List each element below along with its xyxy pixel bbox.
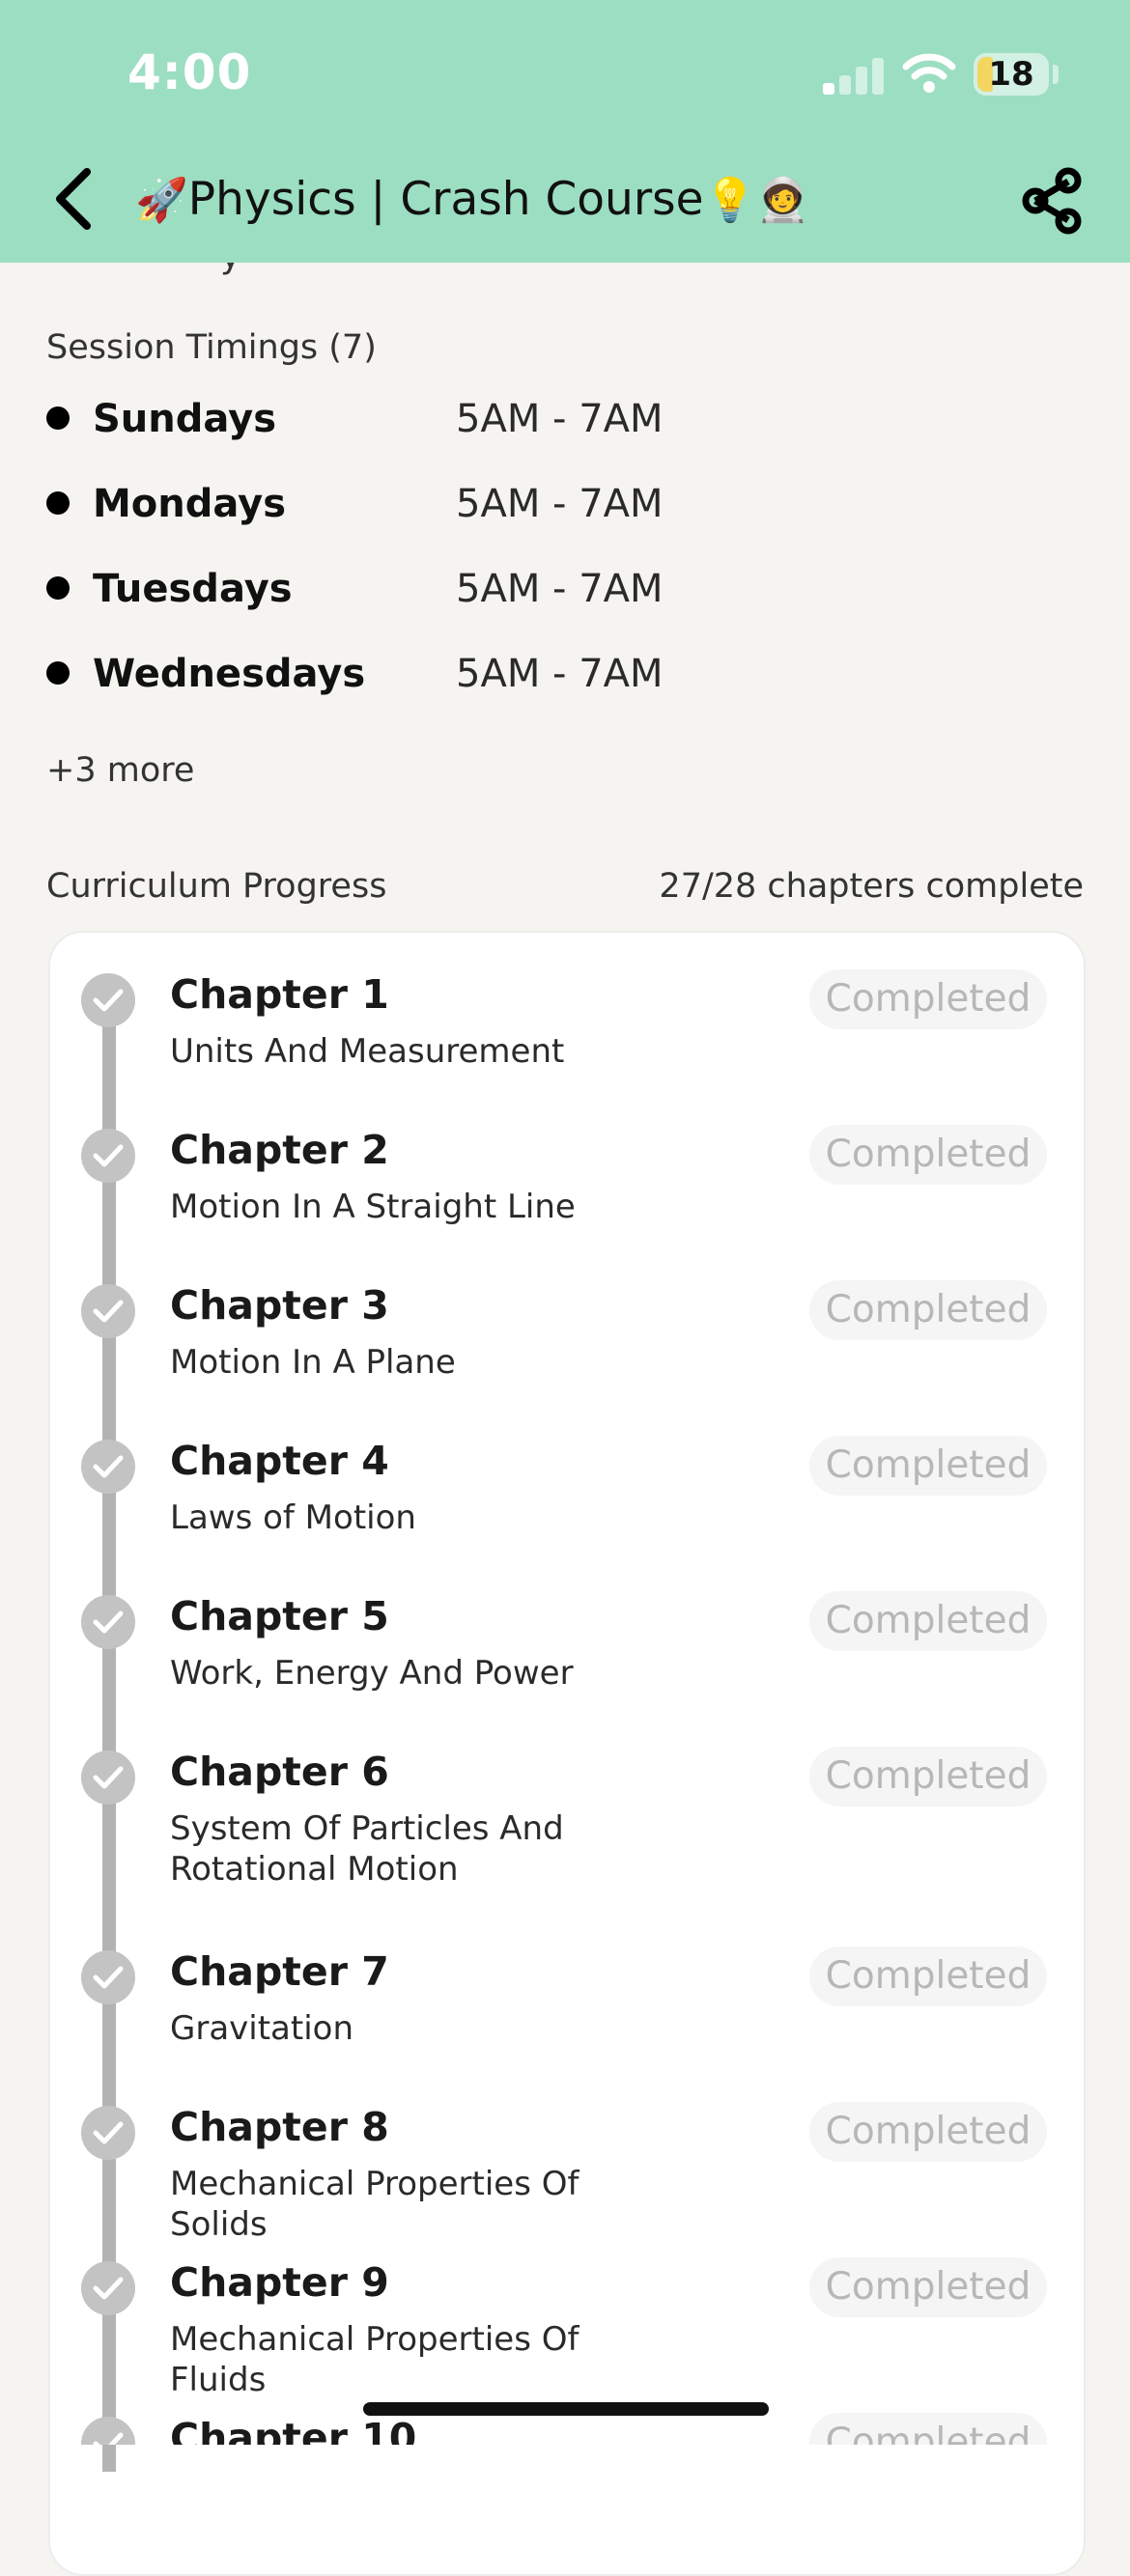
session-row: Sundays 5AM - 7AM (46, 390, 703, 448)
session-timings-heading: Session Timings (7) (46, 328, 377, 367)
status-badge: Completed (809, 2102, 1047, 2162)
app-header: 4:00 18 🚀Physics | Crash Course💡🧑‍🚀 (0, 0, 1130, 263)
curriculum-heading: Curriculum Progress (46, 867, 387, 906)
chapter-title: Chapter 2 (170, 1127, 389, 1173)
check-icon (81, 1284, 135, 1338)
chapter-subtitle: Motion In A Plane (170, 1343, 456, 1382)
session-row: Wednesdays 5AM - 7AM (46, 645, 703, 703)
session-time: 5AM - 7AM (456, 567, 664, 611)
chapter-title: Chapter 5 (170, 1593, 389, 1639)
chapter-title: Chapter 7 (170, 1948, 389, 1995)
chapter-title: Chapter 3 (170, 1282, 389, 1329)
check-icon (81, 1750, 135, 1805)
status-badge: Completed (809, 2257, 1047, 2317)
status-badge: Completed (809, 1946, 1047, 2006)
chapter-subtitle: Motion In A Straight Line (170, 1188, 576, 1226)
check-icon (81, 1440, 135, 1494)
status-badge: Completed (809, 1280, 1047, 1340)
page-title: 🚀Physics | Crash Course💡🧑‍🚀 (135, 166, 869, 234)
status-badge: Completed (809, 1591, 1047, 1651)
more-sessions-link[interactable]: +3 more (46, 751, 194, 790)
chapter-title: Chapter 10 (170, 2415, 417, 2445)
status-badge: Completed (809, 969, 1047, 1029)
share-icon (1022, 167, 1082, 235)
chapter-item[interactable]: Chapter 6 System Of Particles And Rotati… (48, 1708, 1082, 1907)
session-time: 5AM - 7AM (456, 482, 664, 526)
chapter-item[interactable]: Chapter 3 Motion In A Plane Completed (48, 1242, 1082, 1396)
status-badge: Completed (809, 1125, 1047, 1185)
title-emojis: 💡🧑‍🚀 (703, 176, 810, 225)
chapter-title: Chapter 9 (170, 2259, 389, 2306)
session-row: Tuesdays 5AM - 7AM (46, 560, 703, 618)
session-day: Mondays (93, 482, 287, 526)
check-icon (81, 2417, 135, 2445)
check-icon (81, 1595, 135, 1649)
session-day: Wednesdays (93, 652, 366, 696)
chapter-title: Chapter 4 (170, 1438, 389, 1484)
chapter-subtitle: Laws of Motion (170, 1498, 416, 1537)
cellular-signal-icon (823, 56, 885, 95)
home-indicator[interactable] (363, 2402, 769, 2416)
status-badge: Completed (809, 2413, 1047, 2445)
chapter-subtitle: Work, Energy And Power (170, 1654, 574, 1693)
chapter-title: Chapter 8 (170, 2104, 389, 2150)
status-badge: Completed (809, 1436, 1047, 1496)
session-day: Tuesdays (93, 567, 293, 611)
chapter-title: Chapter 1 (170, 971, 389, 1018)
chevron-left-icon (56, 168, 91, 230)
rocket-emoji: 🚀 (135, 176, 188, 225)
bullet-icon (46, 491, 70, 515)
chapter-item[interactable]: Chapter 8 Mechanical Properties Of Solid… (48, 2063, 1082, 2244)
chapter-item[interactable]: Chapter 1 Units And Measurement Complete… (48, 931, 1082, 1085)
status-badge: Completed (809, 1747, 1047, 1806)
check-icon (81, 1129, 135, 1183)
chapter-subtitle: System Of Particles And Rotational Motio… (170, 1809, 564, 1889)
bullet-icon (46, 406, 70, 430)
check-icon (81, 1950, 135, 2004)
check-icon (81, 2261, 135, 2315)
chapter-item[interactable]: Chapter 2 Motion In A Straight Line Comp… (48, 1086, 1082, 1241)
chapter-item[interactable]: Chapter 9 Mechanical Properties Of Fluid… (48, 2219, 1082, 2399)
check-icon (81, 973, 135, 1027)
chapter-subtitle: Gravitation (170, 2009, 354, 2048)
battery-icon: 18 (974, 53, 1049, 96)
session-time: 5AM - 7AM (456, 397, 664, 441)
bullet-icon (46, 576, 70, 600)
wifi-icon (902, 53, 956, 93)
session-day: Sundays (93, 397, 277, 441)
check-icon (81, 2106, 135, 2160)
chapter-item[interactable]: Chapter 5 Work, Energy And Power Complet… (48, 1553, 1082, 1707)
share-button[interactable] (1014, 162, 1091, 239)
bullet-icon (46, 661, 70, 685)
chapter-item[interactable]: Chapter 4 Laws of Motion Completed (48, 1397, 1082, 1552)
session-time: 5AM - 7AM (456, 652, 664, 696)
battery-level: 18 (988, 55, 1034, 94)
session-row: Mondays 5AM - 7AM (46, 475, 703, 533)
back-button[interactable] (39, 162, 112, 236)
course-title: Physics | Crash Course (187, 173, 704, 226)
chapter-item[interactable]: Chapter 7 Gravitation Completed (48, 1908, 1082, 2062)
chapter-subtitle: Units And Measurement (170, 1032, 565, 1071)
chapter-title: Chapter 6 (170, 1749, 389, 1795)
curriculum-progress-text: 27/28 chapters complete (659, 867, 1084, 906)
status-time: 4:00 (127, 44, 252, 100)
